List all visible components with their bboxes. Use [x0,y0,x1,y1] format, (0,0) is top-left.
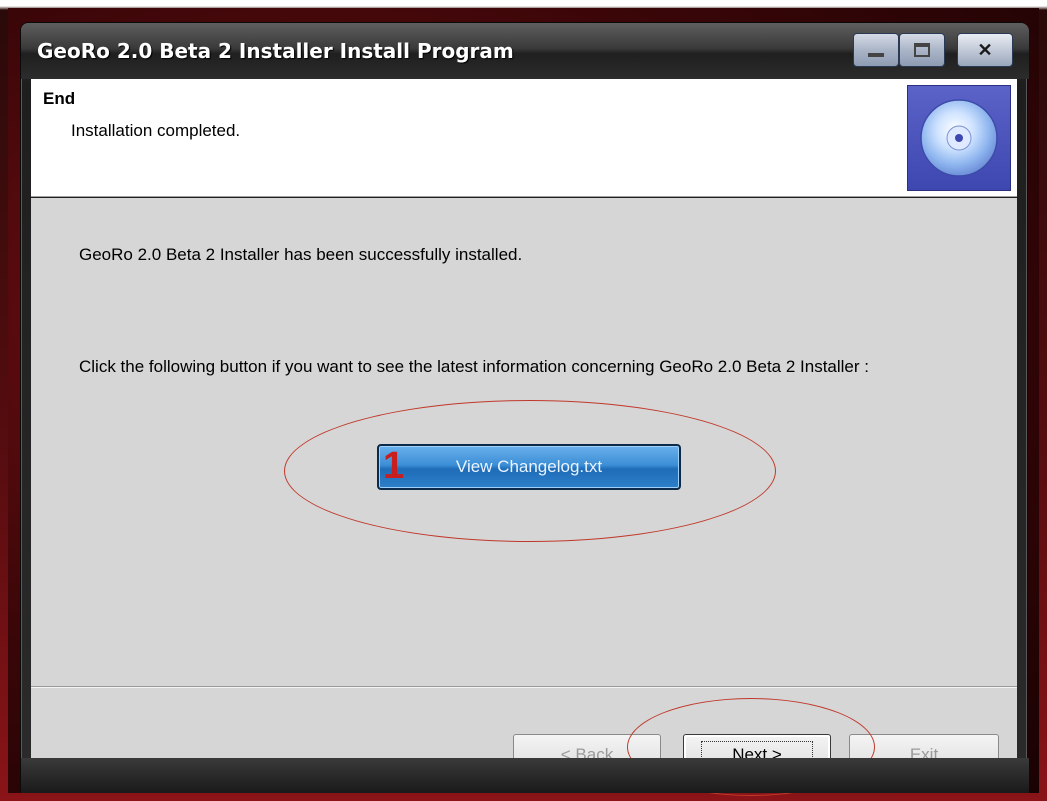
wizard-header: End Installation completed. [31,79,1017,197]
minimize-icon [868,53,884,57]
footer-separator [31,686,1017,688]
window-bottom-frame [21,758,1029,793]
cd-disc-graphic [920,99,998,177]
view-changelog-label: View Changelog.txt [455,457,603,476]
installer-window: GeoRo 2.0 Beta 2 Installer Install Progr… [20,22,1029,796]
changelog-prompt: Click the following button if you want t… [79,357,869,376]
success-message: GeoRo 2.0 Beta 2 Installer has been succ… [79,245,523,264]
page-subtitle: Installation completed. [71,121,241,140]
maximize-icon [914,43,930,57]
view-changelog-button[interactable]: View Changelog.txt [377,444,681,490]
close-icon: ✕ [977,39,993,60]
title-bar[interactable]: GeoRo 2.0 Beta 2 Installer Install Progr… [21,23,1029,79]
minimize-button[interactable] [853,33,899,67]
close-button[interactable]: ✕ [957,33,1013,67]
cd-icon [907,85,1011,191]
page-title: End [43,89,76,108]
window-title: GeoRo 2.0 Beta 2 Installer Install Progr… [37,39,514,63]
maximize-button[interactable] [899,33,945,67]
wizard-body: GeoRo 2.0 Beta 2 Installer has been succ… [31,198,1017,796]
annotation-marker: 1 [383,445,405,487]
